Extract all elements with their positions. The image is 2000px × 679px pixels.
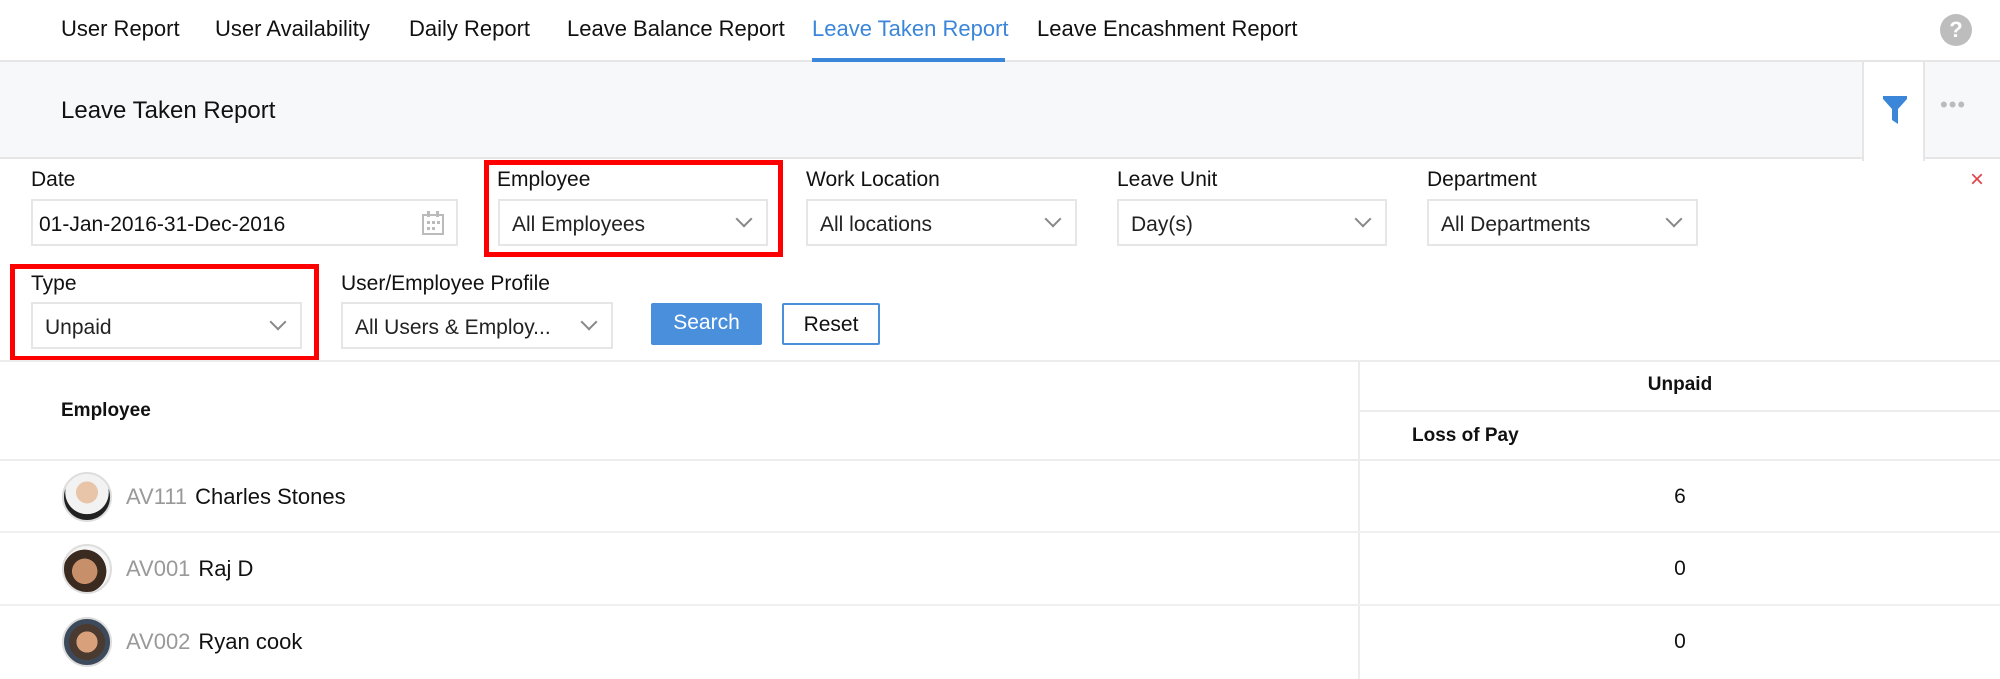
date-range-value: 01-Jan-2016-31-Dec-2016 bbox=[39, 213, 286, 236]
employee-cell: AV002 Ryan cook bbox=[126, 629, 302, 655]
employee-name[interactable]: Charles Stones bbox=[195, 484, 345, 509]
page-title: Leave Taken Report bbox=[61, 97, 276, 124]
leave-unit-label: Leave Unit bbox=[1117, 168, 1218, 191]
tab-user-availability[interactable]: User Availability bbox=[215, 16, 370, 42]
avatar bbox=[62, 544, 112, 594]
filter-icon bbox=[1883, 96, 1907, 124]
employee-name[interactable]: Raj D bbox=[198, 556, 253, 581]
department-value: All Departments bbox=[1441, 213, 1591, 236]
loss-of-pay-value: 0 bbox=[1674, 557, 1686, 580]
avatar bbox=[62, 472, 112, 522]
filter-button[interactable] bbox=[1862, 62, 1925, 161]
employee-value: All Employees bbox=[512, 213, 646, 236]
employee-column-header: Employee bbox=[61, 400, 151, 421]
work-location-label: Work Location bbox=[806, 168, 940, 191]
unpaid-group-header: Unpaid bbox=[1647, 374, 1713, 395]
employee-id: AV001 bbox=[126, 556, 191, 581]
chevron-down-icon bbox=[1665, 210, 1683, 228]
date-range-input[interactable]: 01-Jan-2016-31-Dec-2016 bbox=[31, 199, 458, 246]
profile-select[interactable]: All Users & Employ... bbox=[341, 302, 613, 349]
table-row[interactable]: AV002 Ryan cook 0 bbox=[0, 606, 2000, 679]
profile-label: User/Employee Profile bbox=[341, 272, 550, 295]
loss-of-pay-header: Loss of Pay bbox=[1412, 425, 1519, 446]
employee-cell: AV001 Raj D bbox=[126, 556, 253, 582]
work-location-select[interactable]: All locations bbox=[806, 199, 1077, 246]
help-icon[interactable]: ? bbox=[1940, 14, 1972, 46]
department-select[interactable]: All Departments bbox=[1427, 199, 1698, 246]
profile-value: All Users & Employ... bbox=[355, 316, 551, 339]
chevron-down-icon bbox=[1354, 210, 1372, 228]
department-label: Department bbox=[1427, 168, 1537, 191]
employee-name[interactable]: Ryan cook bbox=[198, 629, 302, 654]
date-label: Date bbox=[31, 168, 76, 191]
close-filters-icon[interactable]: × bbox=[1970, 166, 1984, 194]
tab-user-report[interactable]: User Report bbox=[61, 16, 180, 42]
tab-leave-encashment-report[interactable]: Leave Encashment Report bbox=[1037, 16, 1298, 42]
work-location-value: All locations bbox=[820, 213, 933, 236]
divider bbox=[1360, 410, 2000, 412]
chevron-down-icon bbox=[269, 313, 287, 331]
employee-label: Employee bbox=[497, 168, 591, 191]
loss-of-pay-value: 0 bbox=[1674, 630, 1686, 653]
employee-id: AV002 bbox=[126, 629, 191, 654]
chevron-down-icon bbox=[1044, 210, 1062, 228]
loss-of-pay-value: 6 bbox=[1674, 485, 1686, 508]
search-button[interactable]: Search bbox=[651, 303, 762, 345]
type-label: Type bbox=[31, 272, 77, 295]
chevron-down-icon bbox=[580, 313, 598, 331]
report-tabs: User Report User Availability Daily Repo… bbox=[0, 0, 2000, 62]
chevron-down-icon bbox=[735, 210, 753, 228]
reset-button[interactable]: Reset bbox=[782, 303, 880, 345]
type-value: Unpaid bbox=[45, 316, 112, 339]
employee-id: AV111 bbox=[126, 484, 188, 509]
divider bbox=[0, 360, 2000, 362]
tab-leave-taken-report[interactable]: Leave Taken Report bbox=[812, 16, 1009, 42]
more-options-icon[interactable]: ••• bbox=[1940, 92, 1966, 118]
leave-unit-select[interactable]: Day(s) bbox=[1117, 199, 1387, 246]
leave-unit-value: Day(s) bbox=[1131, 213, 1193, 236]
employee-select[interactable]: All Employees bbox=[498, 199, 768, 246]
tab-daily-report[interactable]: Daily Report bbox=[409, 16, 530, 42]
report-header: Leave Taken Report ••• bbox=[0, 62, 2000, 161]
table-row[interactable]: AV001 Raj D 0 bbox=[0, 533, 2000, 606]
avatar bbox=[62, 617, 112, 667]
type-select[interactable]: Unpaid bbox=[31, 302, 302, 349]
table-row[interactable]: AV111 Charles Stones 6 bbox=[0, 461, 2000, 533]
tab-leave-balance-report[interactable]: Leave Balance Report bbox=[567, 16, 785, 42]
employee-cell: AV111 Charles Stones bbox=[126, 484, 346, 510]
calendar-icon[interactable] bbox=[422, 211, 444, 235]
